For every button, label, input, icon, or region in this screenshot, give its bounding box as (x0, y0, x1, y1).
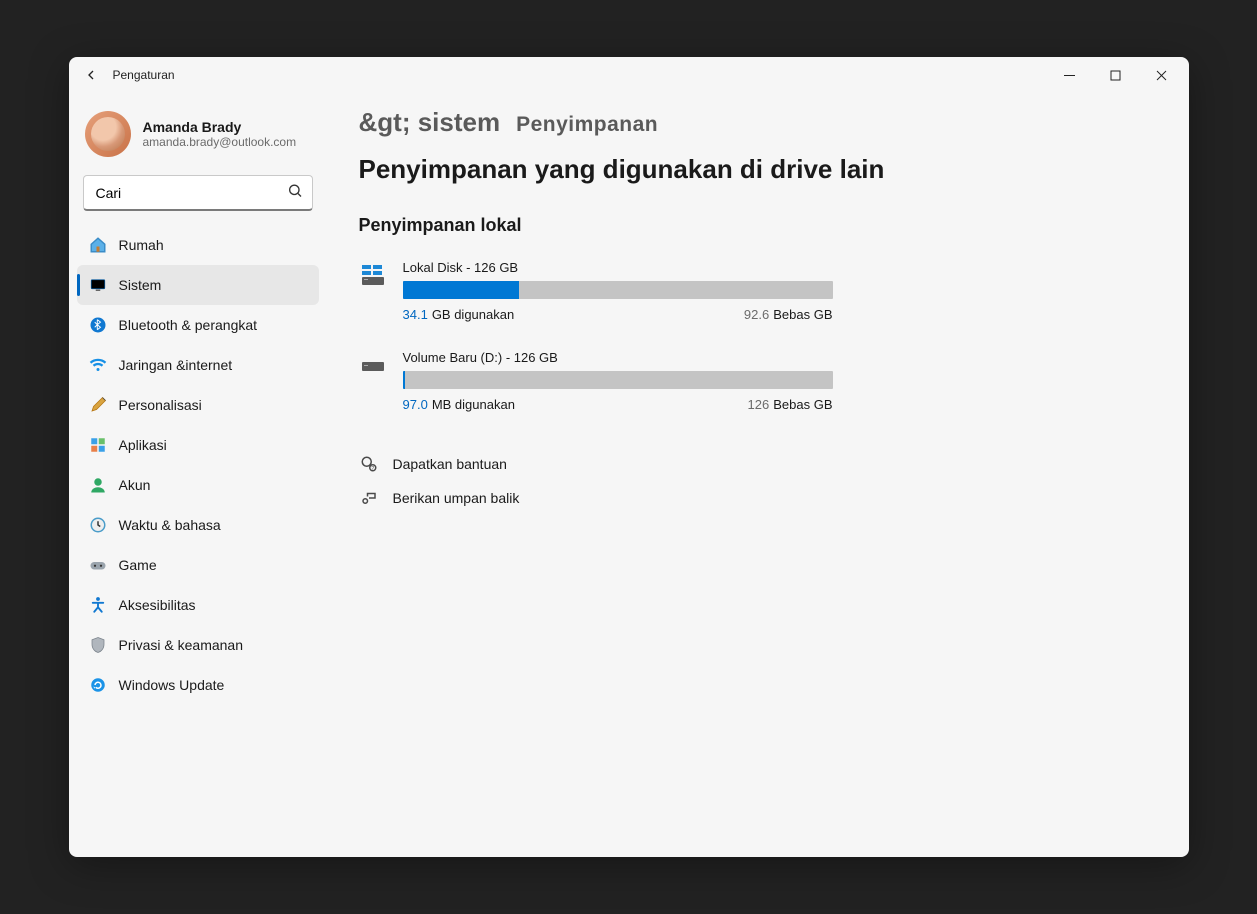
sidebar-item-apps[interactable]: Aplikasi (77, 425, 319, 465)
profile-block[interactable]: Amanda Brady amanda.brady@outlook.com (77, 111, 319, 171)
sidebar-item-label: Windows Update (119, 677, 225, 693)
drive-used-label: MB digunakan (432, 397, 515, 412)
titlebar: Pengaturan (69, 57, 1189, 93)
drive-used-label: GB digunakan (432, 307, 514, 322)
back-button[interactable] (81, 65, 101, 85)
breadcrumb: &gt; sistem Penyimpanan Penyimpanan yang… (359, 107, 1149, 185)
sidebar-item-system[interactable]: Sistem (77, 265, 319, 305)
drive-free-value: 126 (748, 397, 770, 412)
time-icon (89, 516, 107, 534)
minimize-button[interactable] (1047, 57, 1093, 93)
sidebar-item-label: Sistem (119, 277, 162, 293)
breadcrumb-system[interactable]: &gt; sistem (359, 107, 501, 138)
drive-free-label: Bebas GB (773, 307, 832, 322)
accounts-icon (89, 476, 107, 494)
sidebar-item-home[interactable]: Rumah (77, 225, 319, 265)
search-icon (287, 183, 303, 204)
maximize-button[interactable] (1093, 57, 1139, 93)
drive-used-value: 34.1 (403, 307, 428, 322)
feedback-label: Berikan umpan balik (393, 490, 520, 506)
breadcrumb-storage[interactable]: Penyimpanan (516, 113, 658, 137)
drive-usage-bar (403, 371, 833, 389)
drive-row[interactable]: Volume Baru (D:) - 126 GB 97.0 MB digunaka… (359, 350, 1149, 412)
breadcrumb-page-title: Penyimpanan yang digunakan di drive lain (359, 154, 885, 185)
main-content: &gt; sistem Penyimpanan Penyimpanan yang… (327, 93, 1189, 857)
sidebar-item-label: Aksesibilitas (119, 597, 196, 613)
window-title: Pengaturan (113, 68, 175, 82)
privacy-icon (89, 636, 107, 654)
get-help-link[interactable]: ? Dapatkan bantuan (359, 454, 1149, 474)
apps-icon (89, 436, 107, 454)
access-icon (89, 596, 107, 614)
bluetooth-icon (89, 316, 107, 334)
sidebar-item-label: Bluetooth & perangkat (119, 317, 258, 333)
sidebar: Amanda Brady amanda.brady@outlook.com Ru… (69, 93, 327, 857)
sidebar-item-gaming[interactable]: Game (77, 545, 319, 585)
sidebar-item-label: Waktu & bahasa (119, 517, 221, 533)
sidebar-item-personalize[interactable]: Personalisasi (77, 385, 319, 425)
drive-name: Lokal Disk - 126 GB (403, 260, 833, 275)
personalize-icon (89, 396, 107, 414)
drive-usage-bar (403, 281, 833, 299)
search-field[interactable] (83, 175, 313, 211)
sidebar-item-time[interactable]: Waktu & bahasa (77, 505, 319, 545)
sidebar-item-label: Aplikasi (119, 437, 167, 453)
drive-used-value: 97.0 (403, 397, 428, 412)
drive-free-value: 92.6 (744, 307, 769, 322)
avatar (85, 111, 131, 157)
gaming-icon (89, 556, 107, 574)
sidebar-item-network[interactable]: Jaringan &internet (77, 345, 319, 385)
feedback-icon (359, 488, 379, 508)
home-icon (89, 236, 107, 254)
sidebar-item-label: Jaringan &internet (119, 357, 233, 373)
sidebar-item-label: Akun (119, 477, 151, 493)
help-icon: ? (359, 454, 379, 474)
drive-row[interactable]: Lokal Disk - 126 GB 34.1 GB digunakan 92.6 B… (359, 260, 1149, 322)
system-icon (89, 276, 107, 294)
drive-name: Volume Baru (D:) - 126 GB (403, 350, 833, 365)
get-help-label: Dapatkan bantuan (393, 456, 507, 472)
sidebar-item-bluetooth[interactable]: Bluetooth & perangkat (77, 305, 319, 345)
search-input[interactable] (83, 175, 313, 211)
settings-window: Pengaturan Amanda Brady amanda.brady@out… (69, 57, 1189, 857)
sidebar-item-accounts[interactable]: Akun (77, 465, 319, 505)
drive-icon (359, 352, 387, 380)
section-title-local-storage: Penyimpanan lokal (359, 215, 1149, 236)
drive-icon (359, 262, 387, 290)
svg-text:?: ? (371, 466, 374, 472)
update-icon (89, 676, 107, 694)
drive-free-label: Bebas GB (773, 397, 832, 412)
sidebar-item-privacy[interactable]: Privasi & keamanan (77, 625, 319, 665)
sidebar-item-update[interactable]: Windows Update (77, 665, 319, 705)
close-button[interactable] (1139, 57, 1185, 93)
feedback-link[interactable]: Berikan umpan balik (359, 488, 1149, 508)
sidebar-item-label: Game (119, 557, 157, 573)
profile-name: Amanda Brady (143, 119, 297, 135)
profile-email: amanda.brady@outlook.com (143, 135, 297, 149)
sidebar-item-label: Rumah (119, 237, 164, 253)
nav-list: Rumah Sistem Bluetooth & perangkat Jaringan… (77, 225, 319, 705)
sidebar-item-label: Personalisasi (119, 397, 202, 413)
sidebar-item-access[interactable]: Aksesibilitas (77, 585, 319, 625)
sidebar-item-label: Privasi & keamanan (119, 637, 244, 653)
network-icon (89, 356, 107, 374)
